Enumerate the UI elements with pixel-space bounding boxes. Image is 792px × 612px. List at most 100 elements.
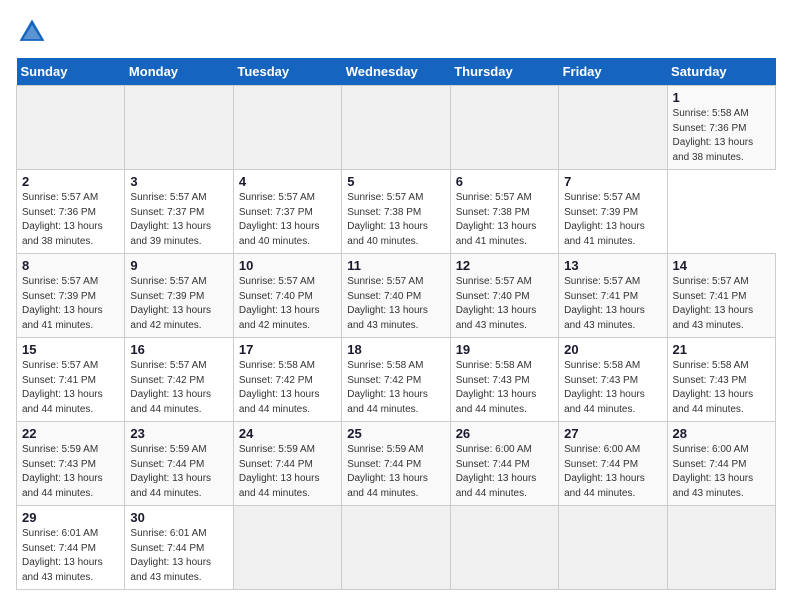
day-info: Sunrise: 5:57 AMSunset: 7:39 PMDaylight:… [22, 276, 103, 331]
day-number: 3 [130, 174, 227, 189]
logo-icon [16, 16, 48, 48]
day-info: Sunrise: 5:59 AMSunset: 7:44 PMDaylight:… [130, 444, 211, 499]
calendar-cell: 19 Sunrise: 5:58 AMSunset: 7:43 PMDaylig… [450, 338, 558, 422]
day-info: Sunrise: 5:57 AMSunset: 7:39 PMDaylight:… [130, 276, 211, 331]
calendar-cell [17, 86, 125, 170]
day-number: 28 [673, 426, 770, 441]
calendar-cell: 5 Sunrise: 5:57 AMSunset: 7:38 PMDayligh… [342, 170, 450, 254]
day-info: Sunrise: 5:57 AMSunset: 7:40 PMDaylight:… [347, 276, 428, 331]
day-info: Sunrise: 5:58 AMSunset: 7:43 PMDaylight:… [456, 360, 537, 415]
calendar-cell: 4 Sunrise: 5:57 AMSunset: 7:37 PMDayligh… [233, 170, 341, 254]
day-number: 4 [239, 174, 336, 189]
day-number: 23 [130, 426, 227, 441]
calendar-cell: 21 Sunrise: 5:58 AMSunset: 7:43 PMDaylig… [667, 338, 775, 422]
logo [16, 16, 52, 48]
calendar-week-4: 22 Sunrise: 5:59 AMSunset: 7:43 PMDaylig… [17, 422, 776, 506]
calendar-cell: 17 Sunrise: 5:58 AMSunset: 7:42 PMDaylig… [233, 338, 341, 422]
calendar-cell [559, 506, 667, 590]
column-header-wednesday: Wednesday [342, 58, 450, 86]
day-info: Sunrise: 5:57 AMSunset: 7:38 PMDaylight:… [347, 192, 428, 247]
calendar-cell: 22 Sunrise: 5:59 AMSunset: 7:43 PMDaylig… [17, 422, 125, 506]
calendar-cell: 26 Sunrise: 6:00 AMSunset: 7:44 PMDaylig… [450, 422, 558, 506]
day-number: 10 [239, 258, 336, 273]
calendar-cell: 1 Sunrise: 5:58 AMSunset: 7:36 PMDayligh… [667, 86, 775, 170]
day-number: 18 [347, 342, 444, 357]
column-header-tuesday: Tuesday [233, 58, 341, 86]
calendar-cell [342, 506, 450, 590]
day-number: 20 [564, 342, 661, 357]
day-info: Sunrise: 5:58 AMSunset: 7:43 PMDaylight:… [564, 360, 645, 415]
day-info: Sunrise: 5:57 AMSunset: 7:38 PMDaylight:… [456, 192, 537, 247]
day-number: 6 [456, 174, 553, 189]
column-header-sunday: Sunday [17, 58, 125, 86]
day-info: Sunrise: 6:01 AMSunset: 7:44 PMDaylight:… [22, 528, 103, 583]
day-info: Sunrise: 6:00 AMSunset: 7:44 PMDaylight:… [673, 444, 754, 499]
calendar-cell [450, 506, 558, 590]
day-info: Sunrise: 5:59 AMSunset: 7:43 PMDaylight:… [22, 444, 103, 499]
calendar-cell: 11 Sunrise: 5:57 AMSunset: 7:40 PMDaylig… [342, 254, 450, 338]
day-number: 11 [347, 258, 444, 273]
calendar-cell [233, 86, 341, 170]
day-number: 22 [22, 426, 119, 441]
header-row: SundayMondayTuesdayWednesdayThursdayFrid… [17, 58, 776, 86]
calendar-cell [450, 86, 558, 170]
page-header [16, 16, 776, 48]
day-number: 8 [22, 258, 119, 273]
calendar-cell [342, 86, 450, 170]
column-header-friday: Friday [559, 58, 667, 86]
calendar-cell [233, 506, 341, 590]
calendar-week-5: 29 Sunrise: 6:01 AMSunset: 7:44 PMDaylig… [17, 506, 776, 590]
calendar-cell: 13 Sunrise: 5:57 AMSunset: 7:41 PMDaylig… [559, 254, 667, 338]
day-number: 7 [564, 174, 661, 189]
calendar-cell: 9 Sunrise: 5:57 AMSunset: 7:39 PMDayligh… [125, 254, 233, 338]
calendar-cell: 8 Sunrise: 5:57 AMSunset: 7:39 PMDayligh… [17, 254, 125, 338]
calendar-cell: 20 Sunrise: 5:58 AMSunset: 7:43 PMDaylig… [559, 338, 667, 422]
calendar-cell: 18 Sunrise: 5:58 AMSunset: 7:42 PMDaylig… [342, 338, 450, 422]
day-info: Sunrise: 5:57 AMSunset: 7:41 PMDaylight:… [22, 360, 103, 415]
day-number: 1 [673, 90, 770, 105]
calendar-cell: 10 Sunrise: 5:57 AMSunset: 7:40 PMDaylig… [233, 254, 341, 338]
calendar-header: SundayMondayTuesdayWednesdayThursdayFrid… [17, 58, 776, 86]
day-number: 30 [130, 510, 227, 525]
day-number: 2 [22, 174, 119, 189]
day-number: 19 [456, 342, 553, 357]
day-number: 26 [456, 426, 553, 441]
day-number: 9 [130, 258, 227, 273]
calendar-cell: 2 Sunrise: 5:57 AMSunset: 7:36 PMDayligh… [17, 170, 125, 254]
calendar-cell [559, 86, 667, 170]
day-info: Sunrise: 5:57 AMSunset: 7:41 PMDaylight:… [673, 276, 754, 331]
day-info: Sunrise: 6:00 AMSunset: 7:44 PMDaylight:… [456, 444, 537, 499]
calendar-body: 1 Sunrise: 5:58 AMSunset: 7:36 PMDayligh… [17, 86, 776, 590]
day-number: 17 [239, 342, 336, 357]
calendar-cell: 23 Sunrise: 5:59 AMSunset: 7:44 PMDaylig… [125, 422, 233, 506]
calendar-cell: 25 Sunrise: 5:59 AMSunset: 7:44 PMDaylig… [342, 422, 450, 506]
calendar-cell: 3 Sunrise: 5:57 AMSunset: 7:37 PMDayligh… [125, 170, 233, 254]
calendar-cell [125, 86, 233, 170]
day-number: 25 [347, 426, 444, 441]
day-info: Sunrise: 5:59 AMSunset: 7:44 PMDaylight:… [347, 444, 428, 499]
day-number: 12 [456, 258, 553, 273]
day-info: Sunrise: 5:57 AMSunset: 7:42 PMDaylight:… [130, 360, 211, 415]
day-info: Sunrise: 5:57 AMSunset: 7:41 PMDaylight:… [564, 276, 645, 331]
calendar-week-0: 1 Sunrise: 5:58 AMSunset: 7:36 PMDayligh… [17, 86, 776, 170]
day-number: 29 [22, 510, 119, 525]
calendar-cell: 30 Sunrise: 6:01 AMSunset: 7:44 PMDaylig… [125, 506, 233, 590]
calendar-week-2: 8 Sunrise: 5:57 AMSunset: 7:39 PMDayligh… [17, 254, 776, 338]
day-info: Sunrise: 5:57 AMSunset: 7:37 PMDaylight:… [239, 192, 320, 247]
calendar-cell: 12 Sunrise: 5:57 AMSunset: 7:40 PMDaylig… [450, 254, 558, 338]
day-info: Sunrise: 5:58 AMSunset: 7:43 PMDaylight:… [673, 360, 754, 415]
day-number: 14 [673, 258, 770, 273]
calendar-cell: 6 Sunrise: 5:57 AMSunset: 7:38 PMDayligh… [450, 170, 558, 254]
day-number: 21 [673, 342, 770, 357]
column-header-saturday: Saturday [667, 58, 775, 86]
calendar-cell: 29 Sunrise: 6:01 AMSunset: 7:44 PMDaylig… [17, 506, 125, 590]
day-info: Sunrise: 5:57 AMSunset: 7:36 PMDaylight:… [22, 192, 103, 247]
day-number: 5 [347, 174, 444, 189]
calendar-cell: 16 Sunrise: 5:57 AMSunset: 7:42 PMDaylig… [125, 338, 233, 422]
day-number: 16 [130, 342, 227, 357]
day-info: Sunrise: 6:00 AMSunset: 7:44 PMDaylight:… [564, 444, 645, 499]
day-number: 13 [564, 258, 661, 273]
day-info: Sunrise: 5:57 AMSunset: 7:39 PMDaylight:… [564, 192, 645, 247]
calendar-cell: 27 Sunrise: 6:00 AMSunset: 7:44 PMDaylig… [559, 422, 667, 506]
column-header-monday: Monday [125, 58, 233, 86]
